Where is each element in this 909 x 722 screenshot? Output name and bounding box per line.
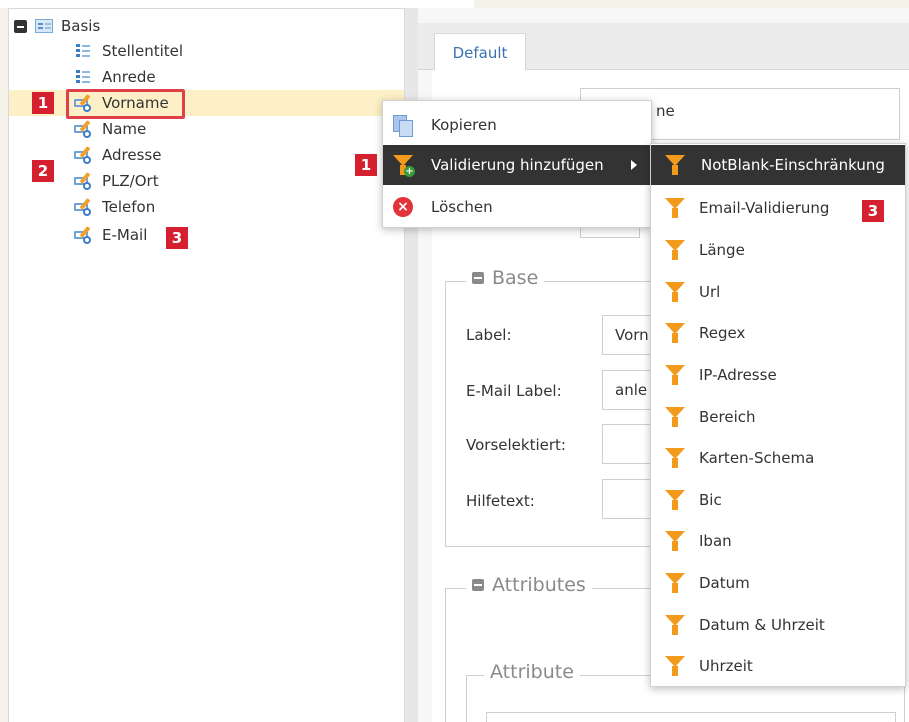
filter-icon: [665, 365, 685, 385]
menu-item-copy[interactable]: Kopieren: [383, 105, 651, 145]
filter-icon: [665, 531, 685, 551]
submenu-item-url[interactable]: Url: [651, 272, 905, 312]
email-label-field-label: E-Mail Label:: [466, 382, 562, 400]
base-legend[interactable]: Base: [466, 267, 545, 289]
submenu-item-label: Bereich: [699, 408, 756, 426]
collapse-icon[interactable]: [472, 272, 484, 284]
validation-submenu: NotBlank-Einschränkung Email-Validierung…: [650, 143, 906, 687]
tree-root-basis[interactable]: Basis: [14, 13, 100, 39]
submenu-item-datum-uhrzeit[interactable]: Datum & Uhrzeit: [651, 605, 905, 645]
menu-item-add-validation[interactable]: + Validierung hinzufügen: [383, 145, 651, 185]
list-icon: [76, 44, 90, 58]
form-group-icon: [35, 19, 53, 33]
add-filter-icon: +: [393, 155, 415, 177]
copy-icon: [393, 115, 413, 137]
submenu-item-laenge[interactable]: Länge: [651, 230, 905, 270]
tree-item-highlight-frame: [66, 89, 185, 119]
name-input-value: ne: [656, 102, 675, 120]
tree-item-plz-ort[interactable]: PLZ/Ort: [74, 168, 159, 194]
hilfetext-label: Hilfetext:: [466, 492, 535, 510]
submenu-item-ip-adresse[interactable]: IP-Adresse: [651, 355, 905, 395]
submenu-item-label: NotBlank-Einschränkung: [701, 156, 885, 174]
filter-icon: [665, 282, 685, 302]
tree-item-label: Name: [102, 120, 147, 138]
submenu-item-label: Datum & Uhrzeit: [699, 616, 825, 634]
attributes-legend[interactable]: Attributes: [466, 574, 592, 596]
text-field-icon: [74, 146, 94, 164]
submenu-item-iban[interactable]: Iban: [651, 521, 905, 561]
attribute-input[interactable]: [486, 712, 896, 722]
submenu-item-label: Karten-Schema: [699, 449, 815, 467]
tree-item-label: Telefon: [102, 198, 156, 216]
tab-default[interactable]: Default: [434, 33, 526, 71]
submenu-item-label: Iban: [699, 532, 732, 550]
text-field-icon: [74, 120, 94, 138]
filter-icon: [665, 198, 685, 218]
step-badge-3: 3: [166, 227, 188, 249]
attribute-legend-label: Attribute: [490, 661, 574, 683]
submenu-item-label: Uhrzeit: [699, 657, 753, 675]
top-strip-right: [474, 0, 909, 8]
filter-icon: [665, 490, 685, 510]
menu-item-delete[interactable]: × Löschen: [383, 187, 651, 227]
step-badge-1: 1: [355, 154, 377, 176]
filter-icon: [665, 240, 685, 260]
text-field-icon: [74, 198, 94, 216]
tree-item-telefon[interactable]: Telefon: [74, 194, 155, 220]
filter-icon: [665, 155, 685, 175]
submenu-item-uhrzeit[interactable]: Uhrzeit: [651, 646, 905, 686]
tree-item-anrede[interactable]: Anrede: [76, 64, 156, 90]
filter-icon: [665, 656, 685, 676]
tree-item-label: Anrede: [102, 68, 156, 86]
list-icon: [76, 70, 90, 84]
collapse-icon[interactable]: [472, 579, 484, 591]
step-badge-3: 3: [862, 200, 884, 222]
collapse-icon[interactable]: [14, 19, 27, 33]
submenu-item-label: Url: [699, 283, 721, 301]
tree-item-stellentitel[interactable]: Stellentitel: [76, 38, 183, 64]
text-field-icon: [74, 172, 94, 190]
submenu-arrow-icon: [631, 160, 637, 170]
menu-item-label: Kopieren: [431, 116, 497, 134]
step-badge-1: 1: [32, 92, 54, 114]
submenu-item-datum[interactable]: Datum: [651, 563, 905, 603]
tree-item-adresse[interactable]: Adresse: [74, 142, 161, 168]
step-badge-2: 2: [32, 160, 54, 182]
vorselektiert-label: Vorselektiert:: [466, 436, 566, 454]
tree-item-e-mail[interactable]: E-Mail: [74, 222, 147, 248]
attributes-legend-label: Attributes: [492, 574, 586, 596]
submenu-item-label: Regex: [699, 324, 746, 342]
menu-item-label: Löschen: [431, 198, 493, 216]
tree-root-label: Basis: [61, 17, 101, 35]
filter-icon: [665, 448, 685, 468]
tree-item-label: Adresse: [102, 146, 162, 164]
filter-icon: [665, 615, 685, 635]
text-field-icon: [74, 226, 94, 244]
submenu-item-karten-schema[interactable]: Karten-Schema: [651, 438, 905, 478]
submenu-item-label: IP-Adresse: [699, 366, 777, 384]
submenu-item-bereich[interactable]: Bereich: [651, 397, 905, 437]
submenu-item-label: Email-Validierung: [699, 199, 830, 217]
context-menu: Kopieren + Validierung hinzufügen × Lösc…: [382, 100, 652, 228]
top-strip: [0, 0, 474, 8]
base-legend-label: Base: [492, 267, 539, 289]
tree-item-label: PLZ/Ort: [102, 172, 159, 190]
submenu-item-bic[interactable]: Bic: [651, 480, 905, 520]
attribute-legend: Attribute: [484, 661, 580, 683]
delete-icon: ×: [393, 197, 413, 217]
submenu-item-label: Datum: [699, 574, 750, 592]
tree-item-label: E-Mail: [102, 226, 148, 244]
filter-icon: [665, 323, 685, 343]
submenu-item-label: Bic: [699, 491, 722, 509]
menu-item-label: Validierung hinzufügen: [431, 156, 604, 174]
tree-item-label: Stellentitel: [102, 42, 184, 60]
label-field-label: Label:: [466, 326, 512, 344]
submenu-item-notblank[interactable]: NotBlank-Einschränkung: [651, 145, 905, 185]
filter-icon: [665, 407, 685, 427]
tree-item-name[interactable]: Name: [74, 116, 146, 142]
filter-icon: [665, 573, 685, 593]
submenu-item-regex[interactable]: Regex: [651, 313, 905, 353]
submenu-item-label: Länge: [699, 241, 745, 259]
